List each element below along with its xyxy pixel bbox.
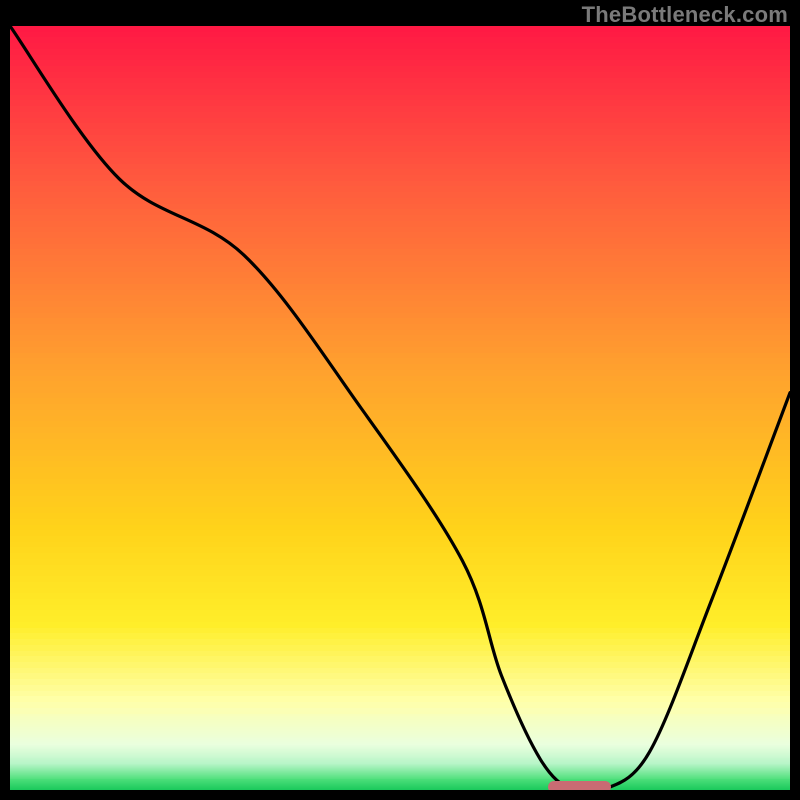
chart-frame: TheBottleneck.com: [0, 0, 800, 800]
watermark-label: TheBottleneck.com: [582, 2, 788, 28]
optimal-marker: [548, 781, 610, 790]
gradient-band: [10, 789, 790, 790]
plot-area: [10, 26, 790, 790]
